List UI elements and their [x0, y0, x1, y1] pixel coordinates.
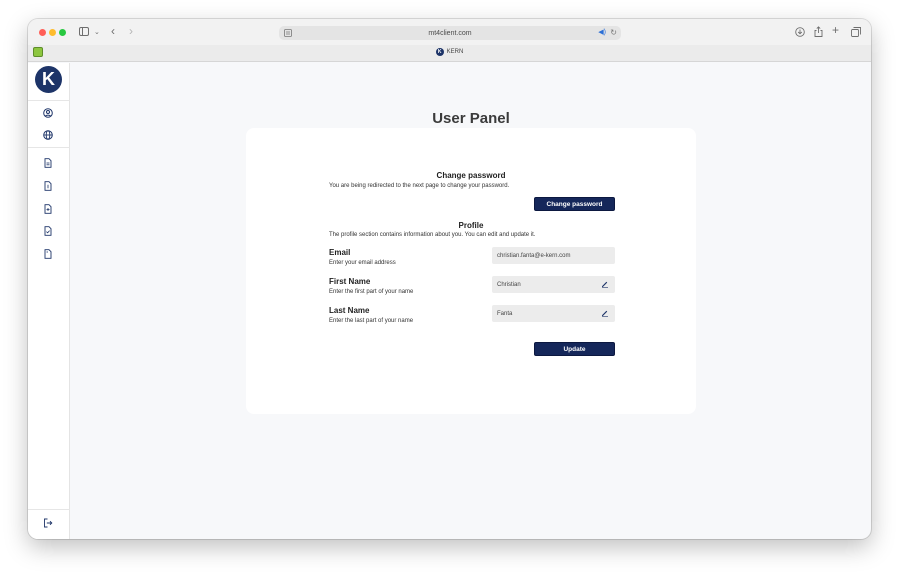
active-tab[interactable]: K KERN: [28, 48, 871, 56]
share-icon[interactable]: [814, 26, 823, 40]
chevron-down-icon[interactable]: ⌄: [94, 28, 100, 38]
email-value: christian.fanta@e-kern.com: [497, 252, 571, 259]
maximize-window-button[interactable]: [59, 29, 66, 36]
tab-favicon-icon: K: [435, 48, 444, 56]
logout-button[interactable]: [42, 517, 54, 529]
sidebar-divider: [28, 100, 70, 101]
close-window-button[interactable]: [39, 29, 46, 36]
download-icon[interactable]: [795, 27, 805, 40]
change-password-title: Change password: [436, 171, 506, 180]
sidebar-toggle-icon[interactable]: [79, 27, 89, 39]
logout-icon: [44, 518, 53, 528]
first-name-help: Enter the first part of your name: [329, 289, 414, 295]
audio-icon[interactable]: ◀): [598, 28, 606, 36]
globe-icon: [43, 130, 53, 140]
address-bar[interactable]: mt4client.com ◀) ↻: [279, 26, 621, 40]
sidebar-item-document-1[interactable]: [42, 157, 54, 169]
sidebar-item-document-2[interactable]: [42, 180, 54, 192]
tabs-overview-icon[interactable]: [851, 27, 861, 40]
app-sidebar: K: [28, 63, 70, 539]
sidebar-divider: [28, 147, 70, 148]
first-name-label: First Name: [329, 277, 371, 286]
user-circle-icon: [43, 108, 53, 118]
sidebar-item-document-5[interactable]: [42, 248, 54, 260]
url-text[interactable]: mt4client.com: [428, 30, 471, 37]
new-tab-icon[interactable]: +: [832, 24, 839, 36]
pencil-icon[interactable]: [601, 309, 609, 317]
document-icon: [44, 204, 52, 214]
document-icon: [44, 158, 52, 168]
profile-description: The profile section contains information…: [329, 232, 536, 238]
email-label: Email: [329, 248, 351, 257]
change-password-button[interactable]: Change password: [534, 197, 615, 211]
back-icon[interactable]: ‹: [111, 25, 115, 37]
last-name-value: Fanta: [497, 310, 513, 317]
extension-icon[interactable]: [33, 47, 43, 57]
sidebar-item-profile[interactable]: [42, 107, 54, 119]
change-password-description: You are being redirected to the next pag…: [329, 183, 510, 189]
page-menu-icon[interactable]: [284, 29, 292, 39]
profile-title: Profile: [458, 221, 484, 230]
last-name-help: Enter the last part of your name: [329, 318, 414, 324]
first-name-value: Christian: [497, 281, 521, 288]
main-content: User Panel Change password You are being…: [71, 63, 871, 539]
first-name-field[interactable]: Christian: [492, 276, 615, 293]
document-icon: [44, 249, 52, 259]
last-name-label: Last Name: [329, 306, 370, 315]
tab-strip: K KERN: [28, 45, 871, 62]
last-name-field[interactable]: Fanta: [492, 305, 615, 322]
browser-toolbar: ⌄ ‹ › mt4client.com ◀) ↻ +: [28, 19, 871, 45]
document-icon: [44, 181, 52, 191]
email-field[interactable]: christian.fanta@e-kern.com: [492, 247, 615, 264]
sidebar-item-document-3[interactable]: [42, 203, 54, 215]
email-help: Enter your email address: [329, 260, 396, 266]
update-button[interactable]: Update: [534, 342, 615, 356]
document-check-icon: [44, 226, 52, 236]
sidebar-divider: [28, 509, 70, 510]
minimize-window-button[interactable]: [49, 29, 56, 36]
user-panel-card: Change password You are being redirected…: [246, 128, 696, 414]
reload-icon[interactable]: ↻: [610, 28, 617, 37]
forward-icon[interactable]: ›: [129, 25, 133, 37]
pencil-icon[interactable]: [601, 280, 609, 288]
kern-logo[interactable]: K: [35, 66, 62, 93]
sidebar-item-language[interactable]: [42, 129, 54, 141]
page-title: User Panel: [432, 110, 510, 127]
sidebar-item-document-4[interactable]: [42, 225, 54, 237]
tab-title: KERN: [446, 49, 464, 55]
browser-window: ⌄ ‹ › mt4client.com ◀) ↻ + K KERN K User…: [28, 19, 871, 539]
